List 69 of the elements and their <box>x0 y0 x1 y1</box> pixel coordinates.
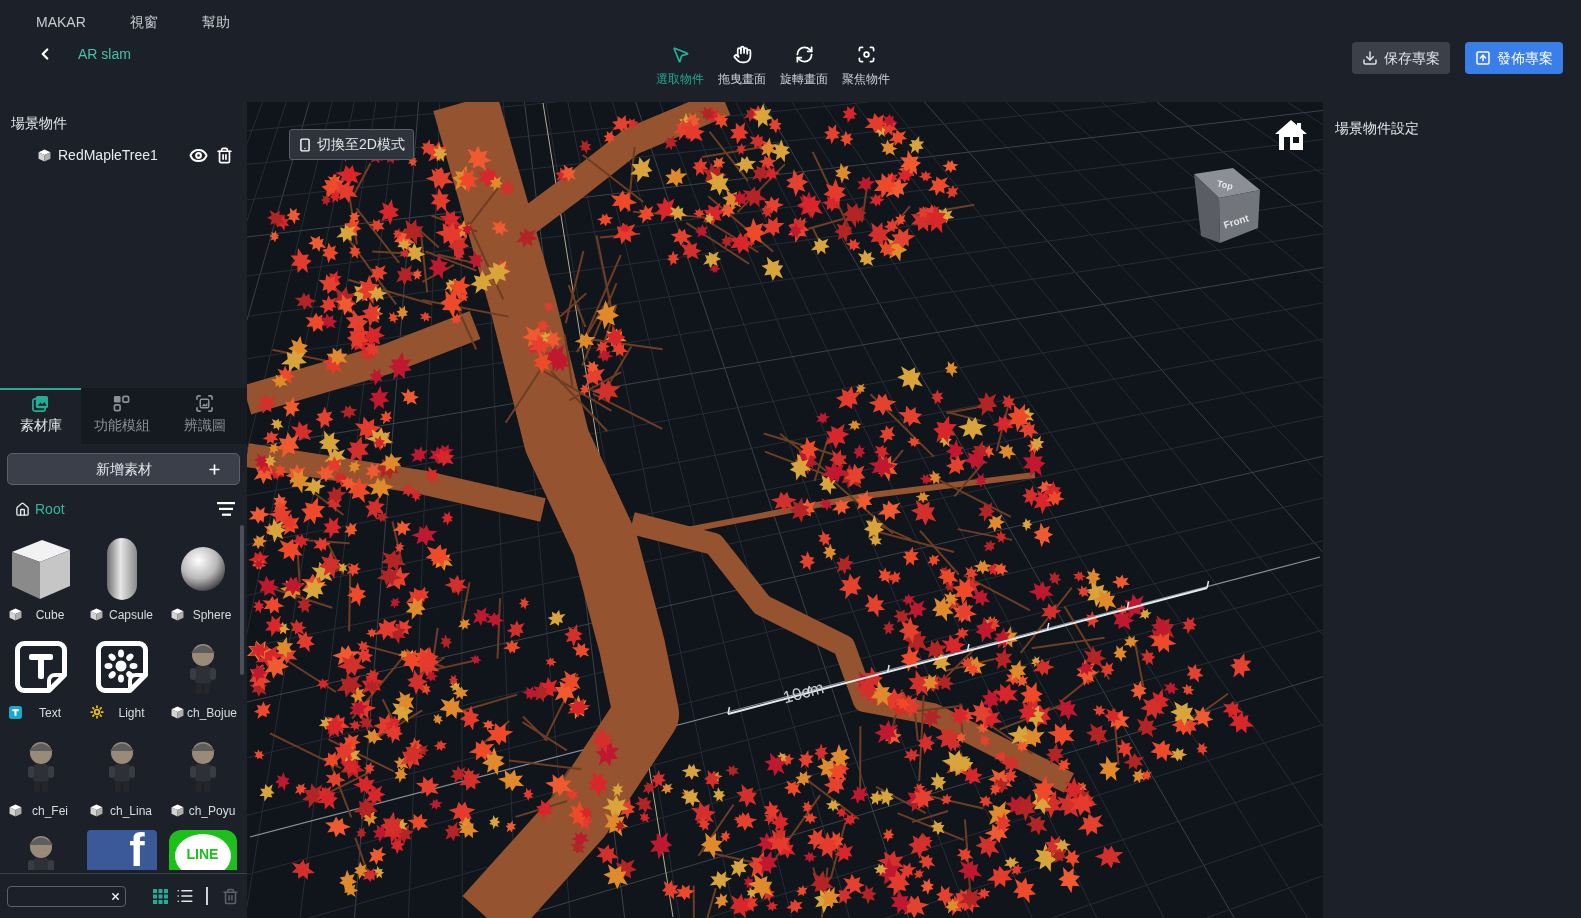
cube-icon <box>171 803 184 817</box>
toolbar-tool[interactable]: 拖曳畫面 <box>711 45 773 91</box>
cube-icon <box>171 607 184 621</box>
asset-label[interactable]: ch_Lina <box>109 804 152 818</box>
download-icon <box>1362 50 1378 66</box>
asset-label[interactable]: Light <box>118 706 145 720</box>
modules-icon <box>113 395 130 412</box>
search-field[interactable] <box>7 885 126 907</box>
3d-viewport[interactable]: 10cm 切換至2D模式 Top Front <box>247 102 1323 918</box>
sphere-thumbnail <box>180 547 225 591</box>
phone-icon <box>298 137 312 152</box>
mode-toggle-button[interactable]: 切換至2D模式 <box>289 129 414 160</box>
project-name: AR slam <box>78 45 131 64</box>
asset-label[interactable]: Text <box>39 706 61 720</box>
plus-icon <box>207 461 222 477</box>
asset-label[interactable]: ch_Poyu <box>188 804 236 818</box>
hand-icon <box>732 45 752 64</box>
panel-title: 場景物件 <box>10 114 67 133</box>
view-cube[interactable]: Top Front <box>1194 168 1260 243</box>
clear-icon[interactable] <box>110 890 121 902</box>
cube-icon <box>38 148 51 162</box>
scale-label: 10cm <box>780 678 826 708</box>
scan-image-icon <box>196 395 213 412</box>
delete-icon[interactable] <box>216 146 233 164</box>
text-object-icon <box>14 641 67 693</box>
library-tab[interactable]: 辨識圖 <box>162 388 247 444</box>
cube-thumbnail <box>9 538 72 600</box>
logo-text: LINE <box>186 846 219 862</box>
home-icon[interactable] <box>15 501 30 517</box>
text-badge-icon <box>9 705 22 719</box>
cube-face-label: Front <box>1222 212 1250 231</box>
asset-label[interactable]: ch_Bojue <box>186 706 237 720</box>
cube-face-label: Top <box>1216 178 1234 192</box>
list-view-icon[interactable] <box>176 887 194 905</box>
cube-icon <box>171 705 184 719</box>
panel-title: 場景物件設定 <box>1335 119 1419 138</box>
grid-view-icon[interactable] <box>153 888 168 904</box>
library-tab[interactable]: 功能模組 <box>81 388 162 444</box>
toolbar-tool[interactable]: 旋轉畫面 <box>773 45 835 91</box>
cube-icon <box>9 607 22 621</box>
cube-icon <box>90 803 103 817</box>
asset-label[interactable]: Capsule <box>109 608 153 622</box>
add-asset-button[interactable]: 新增素材 <box>7 453 240 485</box>
cube-icon <box>90 607 103 621</box>
menu-item[interactable]: 幫助 <box>201 12 230 32</box>
asset-label[interactable]: Cube <box>35 608 65 622</box>
menu-item[interactable]: 視窗 <box>129 12 158 32</box>
focus-icon <box>856 45 876 64</box>
light-object-icon <box>95 641 148 693</box>
menu-item[interactable]: MAKAR <box>36 12 86 32</box>
scene-object-name[interactable]: RedMapleTree1 <box>58 145 158 165</box>
logo-text: f <box>129 830 145 870</box>
scrollbar-thumb[interactable] <box>240 525 244 675</box>
toolbar-tool[interactable]: 選取物件 <box>649 45 711 91</box>
cube-icon <box>9 803 22 817</box>
capsule-thumbnail <box>106 538 137 600</box>
publish-button[interactable]: 發佈專案 <box>1465 42 1563 74</box>
rotate-icon <box>794 45 814 64</box>
toolbar-tool[interactable]: 聚焦物件 <box>835 45 897 91</box>
light-icon <box>90 705 104 719</box>
images-icon <box>32 395 49 412</box>
asset-label[interactable]: ch_Fei <box>32 804 68 818</box>
breadcrumb-link[interactable]: Root <box>35 499 65 519</box>
sort-icon[interactable] <box>217 502 235 516</box>
save-button[interactable]: 保存專案 <box>1352 42 1450 74</box>
home-icon[interactable] <box>1275 120 1307 150</box>
cursor-icon <box>670 45 690 64</box>
upload-icon <box>1475 50 1491 66</box>
asset-label[interactable]: Sphere <box>192 608 232 622</box>
